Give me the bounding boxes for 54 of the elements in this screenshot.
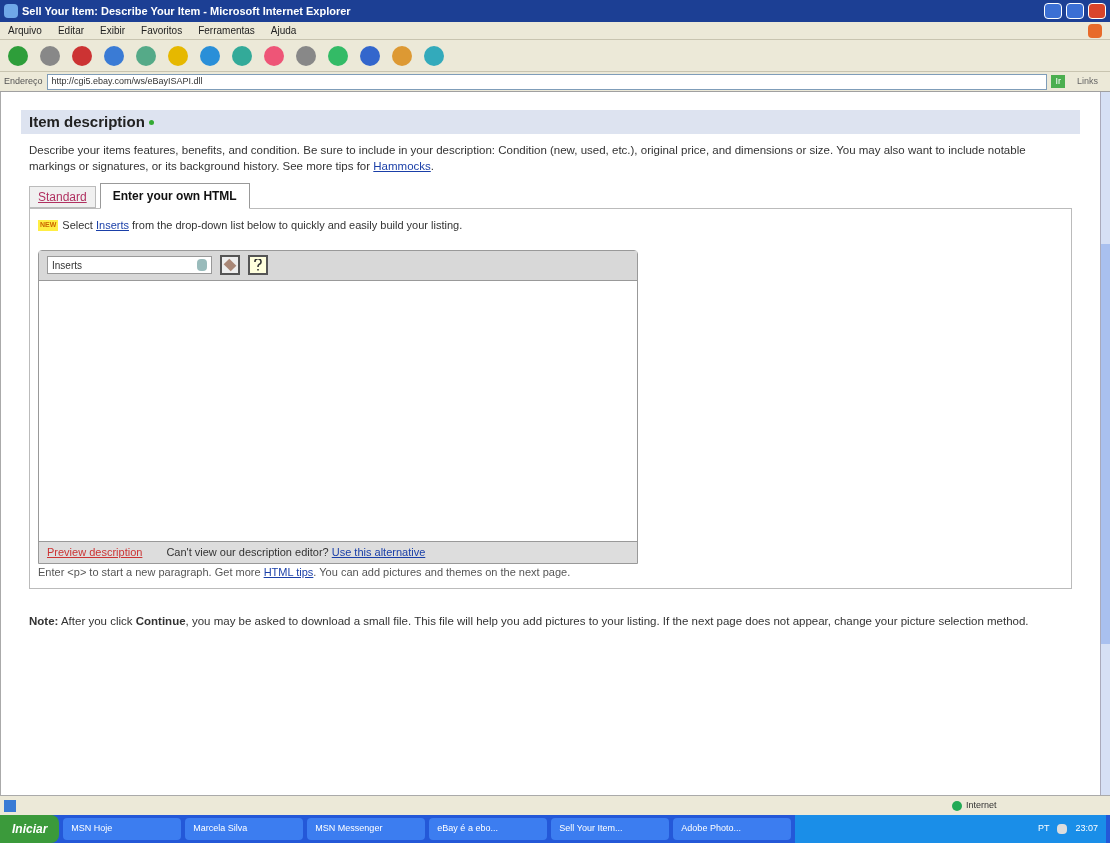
hammocks-link[interactable]: Hammocks xyxy=(373,160,431,172)
alternative-text: Can't view our description editor? Use this alternative xyxy=(166,544,426,560)
window-title: Sell Your Item: Describe Your Item - Microsoft Internet Explorer xyxy=(22,3,352,19)
language-indicator: PT xyxy=(1037,822,1050,836)
start-button[interactable]: Iniciar xyxy=(0,815,60,843)
toolbar-icon[interactable] xyxy=(424,45,444,66)
tab[interactable]: Enter your own HTML xyxy=(99,183,250,209)
toolbar-icon[interactable] xyxy=(104,45,124,66)
scroll-thumb[interactable] xyxy=(1101,243,1110,644)
tab[interactable]: Standard xyxy=(29,186,96,208)
zone-label: Internet xyxy=(966,798,998,812)
toolbar-icon[interactable] xyxy=(296,45,316,66)
toolbar-icon[interactable] xyxy=(360,45,380,66)
hint-text: Select Inserts from the drop-down list below to quickly and easily build your listing. xyxy=(62,218,463,233)
section-title: Item description xyxy=(29,111,145,132)
menu-item[interactable]: Ferramentas xyxy=(198,23,255,38)
menu-item[interactable]: Ajuda xyxy=(270,23,297,38)
tray-icon xyxy=(1057,824,1068,834)
toolbar-icon[interactable] xyxy=(136,45,156,66)
edit-button[interactable] xyxy=(220,255,240,275)
preview-link[interactable]: Preview description xyxy=(47,543,143,561)
clock: 23:07 xyxy=(1075,822,1098,836)
close-button[interactable] xyxy=(1088,3,1106,19)
intro-text: Describe your items features, benefits, and condition. Be sure to include in your description: Condition (new, used, etc.), original price, and dimensions or size. You may also want to include notable markings or signatures, or its background history. See more tips for Hammocks. xyxy=(28,143,1027,174)
toolbar-icon[interactable] xyxy=(40,45,60,66)
address-field[interactable]: http://cgi5.ebay.com/ws/eBayISAPI.dll xyxy=(46,73,1048,90)
note-text: Note: After you click Continue, you may be asked to download a small file. This file will help you add pictures to your listing. If the next page does not appear, change your picture selection method. xyxy=(28,614,1030,629)
menu-item[interactable]: Editar xyxy=(57,23,85,38)
alternative-link[interactable]: Use this alternative xyxy=(331,545,426,558)
taskbar-button[interactable]: Adobe Photo... xyxy=(673,818,792,840)
minimize-button[interactable] xyxy=(1044,3,1062,19)
toolbar-icon[interactable] xyxy=(328,45,348,66)
toolbar-icon[interactable] xyxy=(8,45,28,66)
taskbar-button[interactable]: eBay é a ebo... xyxy=(429,818,548,840)
toolbar-icon[interactable] xyxy=(232,45,252,66)
help-button[interactable] xyxy=(248,255,268,275)
taskbar-button[interactable]: Sell Your Item... xyxy=(551,818,670,840)
menu-item[interactable]: Favoritos xyxy=(141,23,183,38)
links-label: Links xyxy=(1076,74,1099,88)
menu-item[interactable]: Exibir xyxy=(100,23,126,38)
address-label: Endereço xyxy=(4,74,43,88)
toolbar-icon[interactable] xyxy=(264,45,284,66)
taskbar-button[interactable]: MSN Hoje xyxy=(63,818,182,840)
inserts-link[interactable]: Inserts xyxy=(96,219,129,231)
toolbar-icon[interactable] xyxy=(200,45,220,66)
toolbar-icon[interactable] xyxy=(72,45,92,66)
question-icon xyxy=(254,259,262,271)
inserts-dropdown[interactable]: Inserts xyxy=(47,256,212,274)
taskbar-button[interactable]: MSN Messenger xyxy=(307,818,426,840)
taskbar-button[interactable]: Marcela Silva xyxy=(185,818,304,840)
tip-text: Enter <p> to start a new paragraph. Get more HTML tips. You can add pictures and themes on the next page. xyxy=(38,564,572,580)
toolbar-icon[interactable] xyxy=(392,45,412,66)
maximize-button[interactable] xyxy=(1066,3,1084,19)
menu-item[interactable]: Arquivo xyxy=(8,23,42,38)
